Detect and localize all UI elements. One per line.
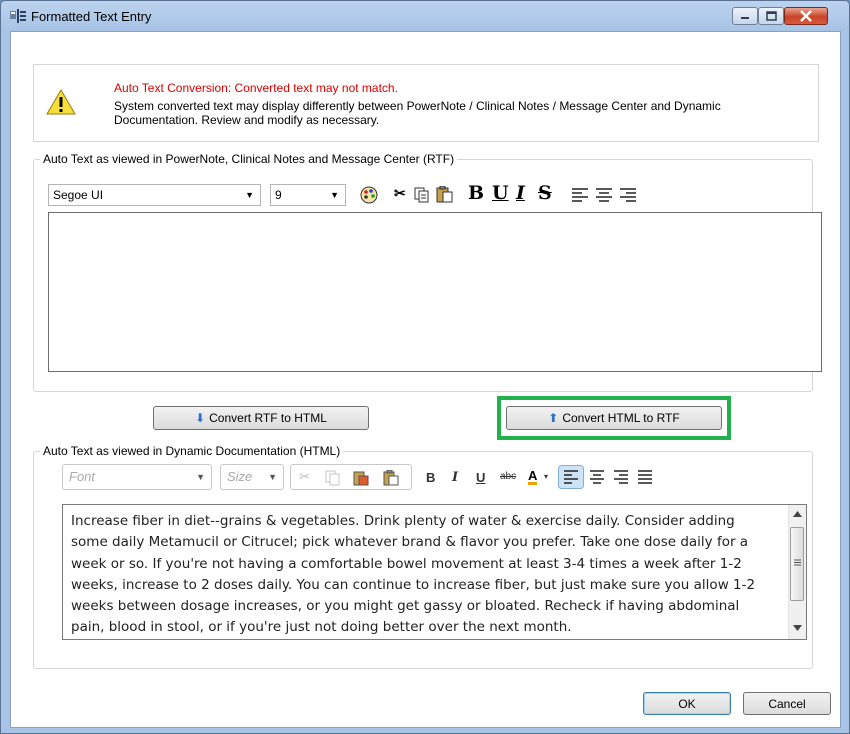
font-color-icon[interactable]: A (528, 469, 538, 485)
minimize-icon (741, 17, 749, 19)
chevron-down-icon: ▼ (196, 472, 205, 482)
arrow-up-icon: ⬆ (548, 411, 559, 425)
chevron-down-icon[interactable]: ▾ (544, 472, 548, 481)
convert-rtf-to-html-label: Convert RTF to HTML (209, 411, 327, 425)
italic-icon[interactable]: I (516, 182, 525, 204)
vertical-scrollbar[interactable] (788, 505, 806, 639)
minimize-button[interactable] (732, 7, 758, 25)
warning-icon (46, 89, 76, 115)
convert-html-to-rtf-label: Convert HTML to RTF (562, 411, 680, 425)
align-justify-icon[interactable] (638, 470, 652, 484)
ok-button[interactable]: OK (643, 692, 731, 715)
html-editor-content: Increase fiber in diet--grains & vegetab… (71, 513, 756, 636)
rtf-font-select[interactable]: Segoe UI ▼ (48, 184, 261, 206)
convert-rtf-to-html-button[interactable]: ⬇ Convert RTF to HTML (153, 406, 369, 430)
cut-icon[interactable]: ✂ (394, 185, 406, 202)
clipboard-group: ✂ (290, 464, 412, 490)
dialog-content: Auto Text Conversion: Converted text may… (10, 31, 841, 728)
ok-label: OK (678, 697, 696, 711)
scroll-down-icon[interactable] (793, 625, 802, 631)
align-left-icon[interactable] (558, 465, 584, 489)
html-text-editor[interactable]: Increase fiber in diet--grains & vegetab… (62, 504, 807, 640)
title-bar[interactable]: Formatted Text Entry (1, 1, 849, 31)
chevron-down-icon: ▼ (268, 472, 277, 482)
scroll-thumb[interactable] (790, 527, 804, 601)
align-center-icon[interactable] (596, 188, 612, 202)
html-legend: Auto Text as viewed in Dynamic Documenta… (40, 444, 344, 458)
chevron-down-icon: ▼ (330, 190, 339, 200)
strikethrough-icon[interactable]: S (538, 182, 552, 204)
copy-icon[interactable] (414, 187, 430, 203)
copy-icon[interactable] (325, 470, 341, 486)
dialog-window: Formatted Text Entry Auto Text Conversio… (0, 0, 850, 734)
html-size-select[interactable]: Size ▼ (220, 464, 284, 490)
chevron-down-icon: ▼ (245, 190, 254, 200)
grip-icon (794, 559, 801, 566)
html-font-select[interactable]: Font ▼ (62, 464, 212, 490)
arrow-down-icon: ⬇ (195, 411, 206, 425)
rtf-size-select[interactable]: 9 ▼ (270, 184, 346, 206)
rtf-text-editor[interactable] (48, 212, 822, 372)
maximize-button[interactable] (758, 7, 784, 25)
warning-panel: Auto Text Conversion: Converted text may… (33, 64, 819, 142)
align-left-icon[interactable] (572, 188, 588, 202)
html-toolbar: Font ▼ Size ▼ ✂ B I U abc A ▾ (62, 464, 718, 492)
html-font-placeholder: Font (69, 469, 96, 484)
paste-icon[interactable] (383, 470, 399, 486)
app-icon (10, 9, 26, 23)
align-right-icon[interactable] (620, 188, 636, 202)
close-button[interactable] (784, 7, 828, 25)
warning-message: System converted text may display differ… (114, 99, 721, 127)
color-palette-icon[interactable] (360, 186, 378, 204)
warning-title: Auto Text Conversion: Converted text may… (114, 81, 398, 95)
maximize-icon (766, 11, 777, 21)
paste-icon[interactable] (436, 186, 453, 203)
scroll-up-icon[interactable] (793, 511, 802, 517)
underline-icon[interactable]: U (492, 182, 509, 204)
align-right-icon[interactable] (614, 470, 628, 484)
rtf-legend: Auto Text as viewed in PowerNote, Clinic… (40, 152, 458, 166)
cut-icon[interactable]: ✂ (299, 469, 310, 485)
italic-icon[interactable]: I (452, 470, 458, 485)
rtf-group: Auto Text as viewed in PowerNote, Clinic… (33, 152, 822, 392)
rtf-font-value: Segoe UI (53, 188, 104, 202)
bold-icon[interactable]: B (426, 470, 435, 485)
window-title: Formatted Text Entry (31, 9, 152, 24)
underline-icon[interactable]: U (476, 470, 485, 485)
paste-text-icon[interactable] (353, 470, 369, 486)
cancel-label: Cancel (768, 697, 806, 711)
strikethrough-icon[interactable]: abc (500, 471, 516, 482)
close-icon (800, 10, 812, 22)
cancel-button[interactable]: Cancel (743, 692, 831, 715)
bold-icon[interactable]: B (468, 182, 484, 204)
align-center-icon[interactable] (590, 470, 604, 484)
rtf-size-value: 9 (275, 188, 282, 202)
html-group: Auto Text as viewed in Dynamic Documenta… (33, 444, 813, 669)
html-size-placeholder: Size (227, 469, 253, 484)
convert-html-to-rtf-button[interactable]: ⬆ Convert HTML to RTF (506, 406, 722, 430)
